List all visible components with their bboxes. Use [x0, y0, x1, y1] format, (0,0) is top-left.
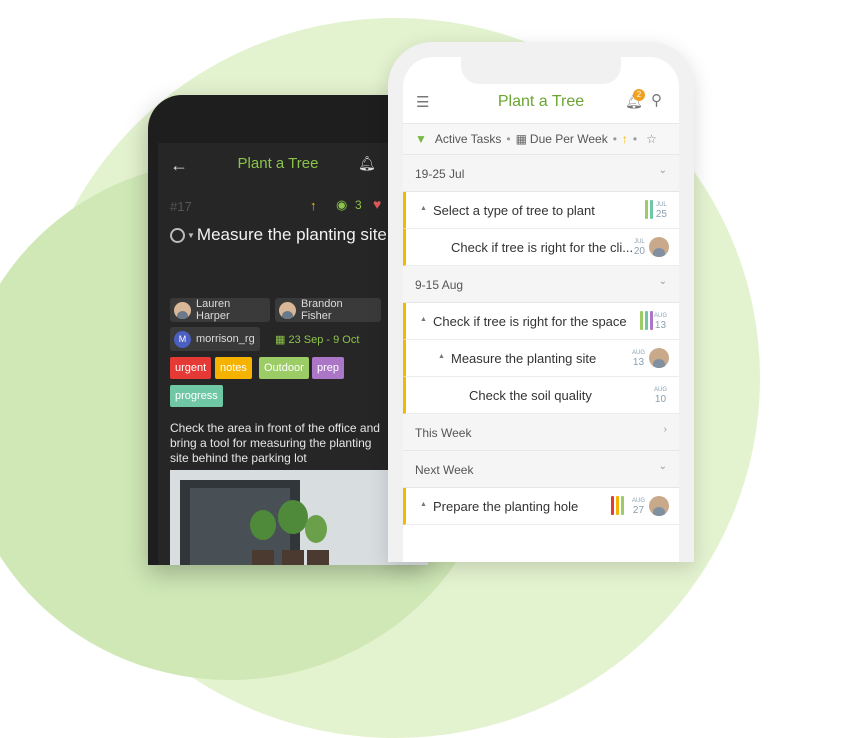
separator-dot: • [632, 132, 638, 146]
task-list: 19-25 Jul ⌄ ▲ Select a type of tree to p… [403, 155, 679, 525]
expand-triangle-icon[interactable]: ▲ [420, 316, 427, 323]
task-text: Check if tree is right for the cli... [451, 240, 634, 255]
caret-down-icon[interactable]: ▼ [187, 231, 195, 240]
member-avatar: M [174, 330, 191, 348]
due-date: AUG 27 [632, 496, 645, 516]
avatar [174, 301, 191, 319]
due-date: JUL 25 [656, 200, 667, 220]
progress-bars [611, 496, 624, 515]
photo-plant [250, 510, 276, 540]
photo-pot [252, 550, 274, 565]
section-label: This Week [415, 426, 472, 440]
bell-icon[interactable]: 🔔︎ [358, 155, 376, 172]
due-date: AUG 13 [632, 348, 645, 368]
section-header[interactable]: Next Week ⌄ [403, 451, 679, 488]
search-icon[interactable]: ⚲ [651, 91, 662, 109]
separator-dot: • [612, 132, 617, 146]
tag-outdoor[interactable]: Outdoor [259, 357, 309, 379]
avatar [649, 348, 669, 368]
expand-triangle-icon[interactable]: ▲ [420, 501, 427, 508]
progress-bars [640, 311, 653, 330]
priority-arrow-icon[interactable]: ↑ [622, 132, 628, 146]
task-text: Select a type of tree to plant [433, 203, 595, 218]
chevron-right-icon[interactable]: › [664, 424, 667, 435]
task-row[interactable]: Check if tree is right for the cli... JU… [403, 229, 679, 266]
task-row[interactable]: ▲ Check if tree is right for the space A… [403, 303, 679, 340]
heart-icon[interactable]: ♥ [373, 196, 381, 212]
section-header[interactable]: 19-25 Jul ⌄ [403, 155, 679, 192]
priority-arrow-icon: ↑ [310, 198, 317, 213]
eye-icon: ◉ [336, 197, 348, 212]
photo-plant [305, 515, 327, 543]
assignee-name: Brandon Fisher [301, 298, 343, 322]
filter-due-per-week[interactable]: Due Per Week [530, 132, 608, 146]
task-checkbox[interactable] [170, 227, 185, 243]
assignee-chip[interactable]: Brandon Fisher [275, 298, 381, 322]
calendar-icon: ▦ [275, 334, 289, 346]
photo-pot [282, 550, 304, 565]
tag-progress[interactable]: progress [170, 385, 223, 407]
assignee-name: Lauren Harper [196, 298, 231, 322]
watchers-count: 3 [355, 198, 362, 212]
due-date: AUG 13 [654, 311, 667, 331]
iphone-notch [461, 57, 621, 84]
task-title: Measure the planting site [196, 225, 387, 244]
section-label: 9-15 Aug [415, 278, 464, 292]
section-header[interactable]: 9-15 Aug ⌄ [403, 266, 679, 303]
date-range[interactable]: ▦ 23 Sep - 9 Oct [275, 333, 359, 346]
section-header[interactable]: This Week › [403, 414, 679, 451]
separator-dot: • [506, 132, 511, 146]
task-row[interactable]: ▲ Select a type of tree to plant JUL 25 [403, 192, 679, 229]
task-row[interactable]: ▲ Measure the planting site AUG 13 [403, 340, 679, 377]
task-description: Check the area in front of the office an… [170, 421, 380, 465]
member-chip[interactable]: M morrison_rg [170, 327, 260, 351]
tag-notes[interactable]: notes [215, 357, 252, 379]
task-text: Prepare the planting hole [433, 499, 579, 514]
avatar [649, 496, 669, 516]
tag-urgent[interactable]: urgent [170, 357, 212, 379]
filter-bar: ▼ Active Tasks • ▦ Due Per Week • ↑ • ☆ [403, 123, 679, 155]
due-date: JUL 20 [634, 237, 645, 257]
section-label: Next Week [415, 463, 474, 477]
due-day: 10 [654, 394, 667, 405]
task-text: Check if tree is right for the space [433, 314, 627, 329]
tag-prep[interactable]: prep [312, 357, 345, 379]
member-name: morrison_rg [196, 333, 255, 345]
iphone-screen: ☰ Plant a Tree 🔔︎ 2 ⚲ ▼ Active Tasks • ▦… [403, 57, 679, 562]
chevron-down-icon[interactable]: ⌄ [659, 165, 667, 176]
date-range-text: 23 Sep - 9 Oct [288, 334, 360, 346]
iphone-header: ☰ Plant a Tree 🔔︎ 2 ⚲ [403, 87, 679, 117]
chevron-down-icon[interactable]: ⌄ [659, 276, 667, 287]
due-day: 13 [632, 357, 645, 368]
due-day: 20 [633, 246, 645, 257]
task-text: Check the soil quality [469, 388, 592, 403]
expand-triangle-icon[interactable]: ▲ [420, 205, 427, 212]
photo-plant [278, 500, 308, 534]
due-day: 27 [632, 505, 645, 516]
assignee-chip[interactable]: Lauren Harper [170, 298, 270, 322]
due-day: 13 [654, 320, 667, 331]
filter-icon[interactable]: ▼ [415, 132, 427, 146]
section-label: 19-25 Jul [415, 167, 465, 181]
filter-active-tasks[interactable]: Active Tasks [435, 132, 501, 146]
star-icon[interactable]: ☆ [646, 132, 657, 146]
iphone: ☰ Plant a Tree 🔔︎ 2 ⚲ ▼ Active Tasks • ▦… [388, 42, 694, 562]
calendar-icon: ▦ [515, 132, 527, 146]
photo-pot [307, 550, 329, 565]
task-row[interactable]: ▲ Prepare the planting hole AUG 27 [403, 488, 679, 525]
task-id: #17 [170, 199, 192, 214]
chevron-down-icon[interactable]: ⌄ [659, 461, 667, 472]
avatar [649, 237, 669, 257]
expand-triangle-icon[interactable]: ▲ [438, 353, 445, 360]
avatar [279, 301, 296, 319]
due-day: 25 [655, 209, 667, 220]
due-date: AUG 10 [654, 385, 667, 405]
task-row[interactable]: Check the soil quality AUG 10 [403, 377, 679, 414]
android-phone: ← Plant a Tree 🔔︎ #17 ↑ ◉ 3 ♥ ▼ Measure … [148, 95, 428, 565]
notification-badge: 2 [633, 89, 645, 101]
task-text: Measure the planting site [451, 351, 597, 366]
progress-bars [645, 200, 653, 219]
